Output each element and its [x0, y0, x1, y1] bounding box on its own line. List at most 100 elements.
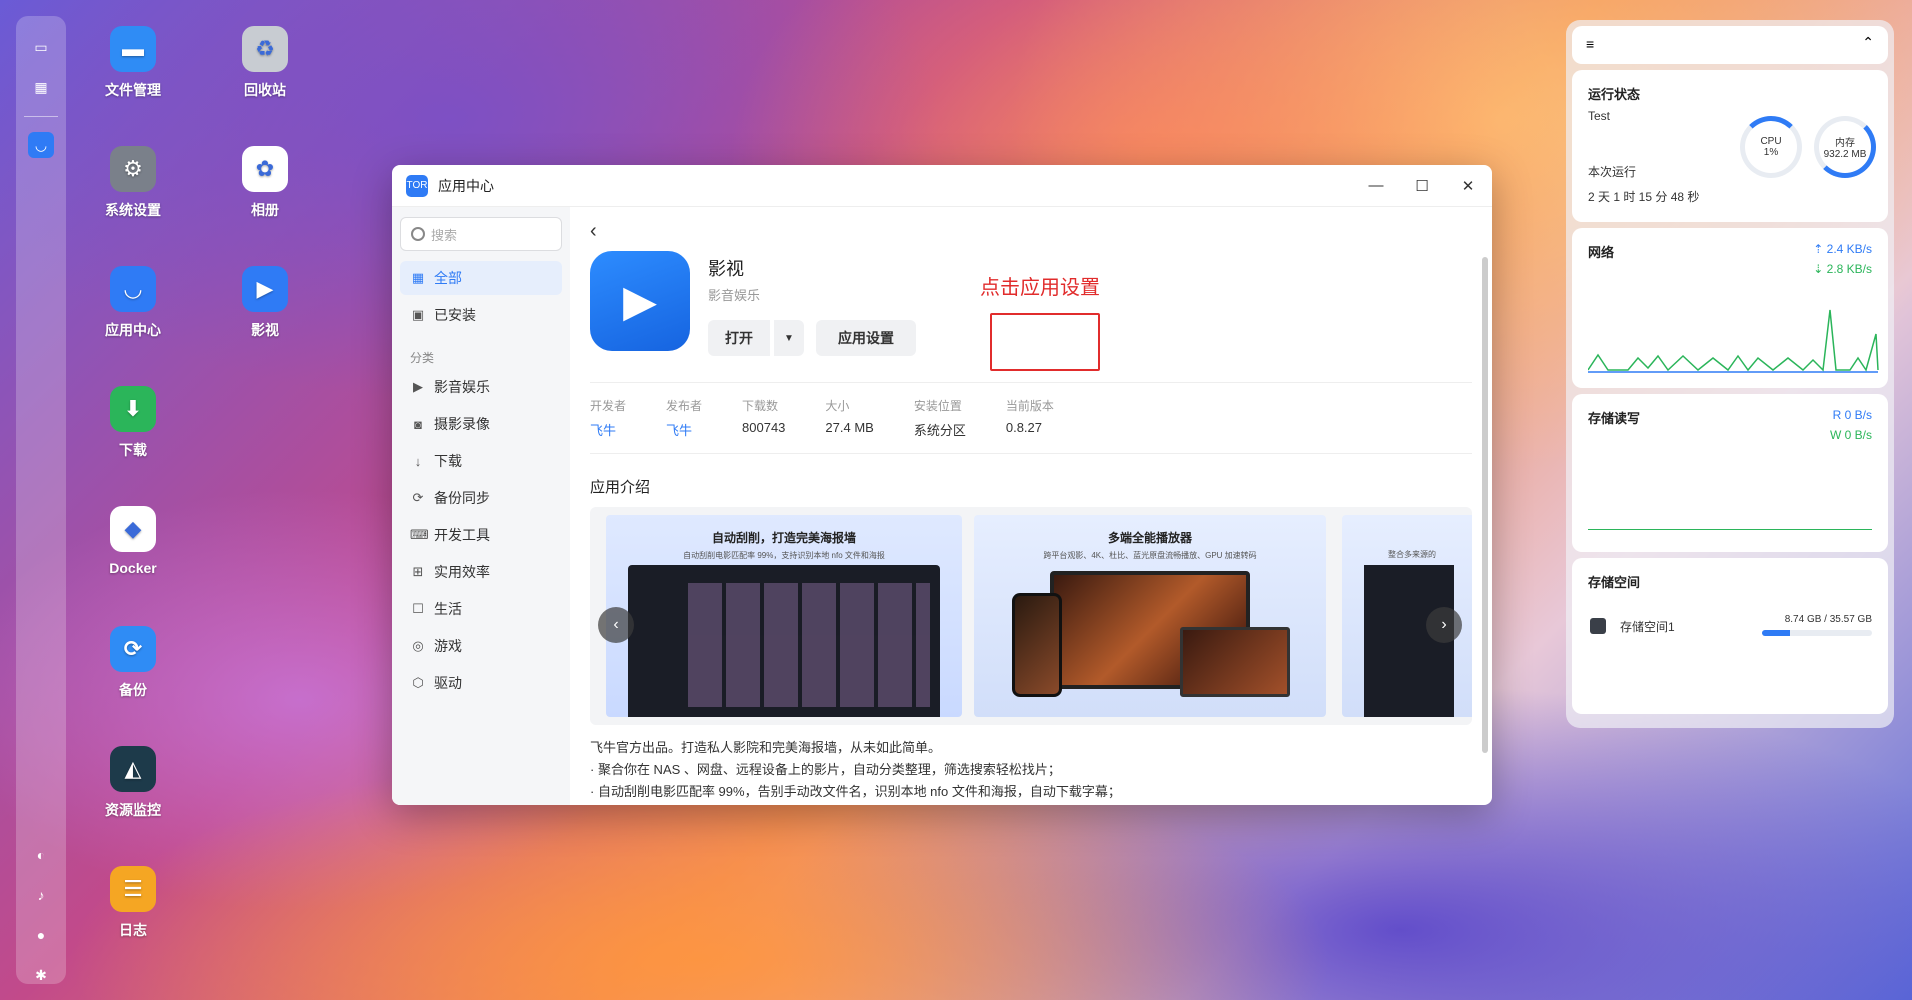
minimize-button[interactable]: — [1366, 176, 1386, 196]
desktop-icon-label: 资源监控 [105, 802, 161, 818]
meta-value[interactable]: 飞牛 [666, 420, 702, 439]
meta-key: 大小 [825, 399, 850, 413]
volume-name[interactable]: 存储空间1 [1620, 618, 1675, 635]
meta-item: 发布者 飞牛 [666, 397, 702, 439]
meta-value: 系统分区 [913, 423, 966, 438]
app-name: 影视 [708, 259, 744, 279]
chevron-down-icon[interactable]: ▼ [774, 320, 804, 356]
sidebar-item[interactable]: ▶ 影音娱乐 [400, 370, 562, 404]
memory-label: 内存 [1835, 138, 1855, 149]
meta-value: 0.8.27 [1005, 420, 1043, 435]
sidebar-item[interactable]: ⊞ 实用效率 [400, 555, 562, 589]
sidebar-item[interactable]: ◙ 摄影录像 [400, 407, 562, 441]
screenshot-title: 自动刮削，打造完美海报墙 [711, 531, 856, 545]
usage-bar [1762, 630, 1872, 636]
meta-value[interactable]: 飞牛 [590, 420, 626, 439]
app-category: 影音娱乐 [708, 288, 761, 303]
screenshot-1[interactable]: 自动刮削，打造完美海报墙 自动刮削电影匹配率 99%，支持识别本地 nfo 文件… [606, 515, 962, 717]
sidebar-item-label: 已安装 [434, 307, 476, 323]
sidebar-item[interactable]: ▦ 全部 [400, 261, 562, 295]
monitor-icon[interactable]: ▭ [28, 34, 54, 60]
sidebar-item[interactable]: ▣ 已安装 [400, 298, 562, 332]
screenshot-subtitle: 整合多来源的 [1388, 550, 1436, 559]
sidebar-item[interactable]: ⬡ 驱动 [400, 666, 562, 700]
store-logo-icon: STORE [400, 174, 434, 197]
cpu-value: 1% [1763, 147, 1779, 158]
write-rate: W 0 B/s [1829, 428, 1872, 442]
store-icon: ◡ [110, 266, 156, 312]
desktop-icon[interactable]: ⬇ 下载 [78, 386, 188, 460]
download-rate: ⇣ 2.8 KB/s [1813, 262, 1872, 276]
annotation-text: 点击应用设置 [980, 277, 1100, 299]
sidebar-item[interactable]: ⌨ 开发工具 [400, 518, 562, 552]
monitor-icon: ◭ [110, 746, 156, 792]
app-switch-icon[interactable]: ◐ [28, 842, 54, 868]
network-graph [1588, 309, 1879, 373]
filter-icon[interactable]: ≡ [1586, 36, 1594, 52]
intro-title: 应用介绍 [590, 479, 651, 496]
app-settings-button[interactable]: 应用设置 [816, 320, 916, 356]
gallery-next-button[interactable]: › [1426, 607, 1462, 643]
sidebar-item-label: 摄影录像 [434, 416, 490, 432]
camera-icon: ◙ [414, 416, 422, 432]
desktop-icon[interactable]: ▬ 文件管理 [78, 26, 188, 100]
desktop-icon-label: 相册 [251, 202, 279, 218]
close-button[interactable]: ✕ [1458, 176, 1478, 196]
widget-toolbar: ≡ ⌃ [1572, 26, 1888, 64]
upload-rate-value: 2.4 KB/s [1826, 242, 1872, 256]
back-button[interactable]: ‹ [590, 219, 614, 243]
search-placeholder: 搜索 [431, 227, 458, 243]
volume-usage: 8.74 GB / 35.57 GB [1784, 614, 1872, 625]
user-icon[interactable]: ● [28, 922, 54, 948]
search-input[interactable]: 搜索 [400, 217, 562, 251]
scrollbar[interactable] [1482, 257, 1488, 753]
desktop-icon[interactable]: ⚙ 系统设置 [78, 146, 188, 220]
sync-icon: ⟳ [412, 490, 424, 505]
sidebar-item[interactable]: ⟳ 备份同步 [400, 481, 562, 515]
desktop-icon[interactable]: ◡ 应用中心 [78, 266, 188, 340]
open-button[interactable]: 打开 [708, 320, 770, 356]
desktop-icon[interactable]: ⟳ 备份 [78, 626, 188, 700]
sidebar-item[interactable]: ☐ 生活 [400, 592, 562, 626]
video-app-icon: ▶ [590, 251, 690, 351]
meta-key: 安装位置 [913, 399, 962, 413]
app-info: 影视 影音娱乐 打开 ▼ 应用设置 [708, 251, 916, 356]
desktop-icon[interactable]: ✿ 相册 [210, 146, 320, 220]
desktop-icon[interactable]: ♻ 回收站 [210, 26, 320, 100]
maximize-button[interactable]: ☐ [1412, 176, 1432, 196]
gallery-prev-button[interactable]: ‹ [598, 607, 634, 643]
description-line: 飞牛官方出品。打造私人影院和完美海报墙，从未如此简单。 [590, 740, 942, 755]
status-widget: 运行状态 Test 本次运行 2 天 1 时 15 分 48 秒 CPU 1% … [1572, 70, 1888, 222]
memory-ring: 内存 932.2 MB [1814, 116, 1876, 178]
video-camera-icon: ▶ [413, 379, 423, 394]
read-rate: R 0 B/s [1832, 408, 1872, 422]
sidebar-item-label: 驱动 [434, 675, 462, 691]
io-baseline [1588, 529, 1872, 530]
action-row: 打开 ▼ 应用设置 [708, 320, 916, 356]
code-icon: ⌨ [410, 527, 429, 542]
collapse-icon[interactable]: ⌃ [1862, 34, 1874, 51]
desktop-icon[interactable]: ▶ 影视 [210, 266, 320, 340]
titlebar: STORE 应用中心 — ☐ ✕ [392, 165, 1492, 207]
meta-key: 开发者 [590, 399, 627, 413]
phone-image [1012, 593, 1062, 697]
meta-value: 800743 [742, 420, 786, 435]
store-icon[interactable]: ◡ [28, 132, 54, 158]
storage-space-widget: 存储空间 存储空间1 8.74 GB / 35.57 GB [1572, 558, 1888, 714]
sidebar-item-label: 实用效率 [434, 564, 490, 580]
storage-io-title: 存储读写 [1588, 411, 1641, 426]
apps-grid-icon[interactable]: ▦ [28, 74, 54, 100]
desktop-icon[interactable]: ◆ Docker [78, 506, 188, 576]
bell-icon[interactable]: ♪ [28, 882, 54, 908]
app-description: 飞牛官方出品。打造私人影院和完美海报墙，从未如此简单。 · 聚合你在 NAS 、网… [590, 737, 1472, 803]
desktop-icon[interactable]: ◭ 资源监控 [78, 746, 188, 820]
gamepad-icon: ◎ [412, 638, 424, 653]
screenshot-2[interactable]: 多端全能播放器 跨平台观影、4K、杜比、蓝光原盘流畅播放、GPU 加速转码 [974, 515, 1326, 717]
settings-icon[interactable]: ✱ [28, 962, 54, 988]
desktop-icon[interactable]: ☰ 日志 [78, 866, 188, 940]
sidebar-item-label: 开发工具 [434, 527, 490, 543]
dock-divider [24, 116, 58, 117]
network-widget: 网络 ⇡ 2.4 KB/s ⇣ 2.8 KB/s [1572, 228, 1888, 388]
sidebar-item[interactable]: ↓ 下载 [400, 444, 562, 478]
sidebar-item[interactable]: ◎ 游戏 [400, 629, 562, 663]
